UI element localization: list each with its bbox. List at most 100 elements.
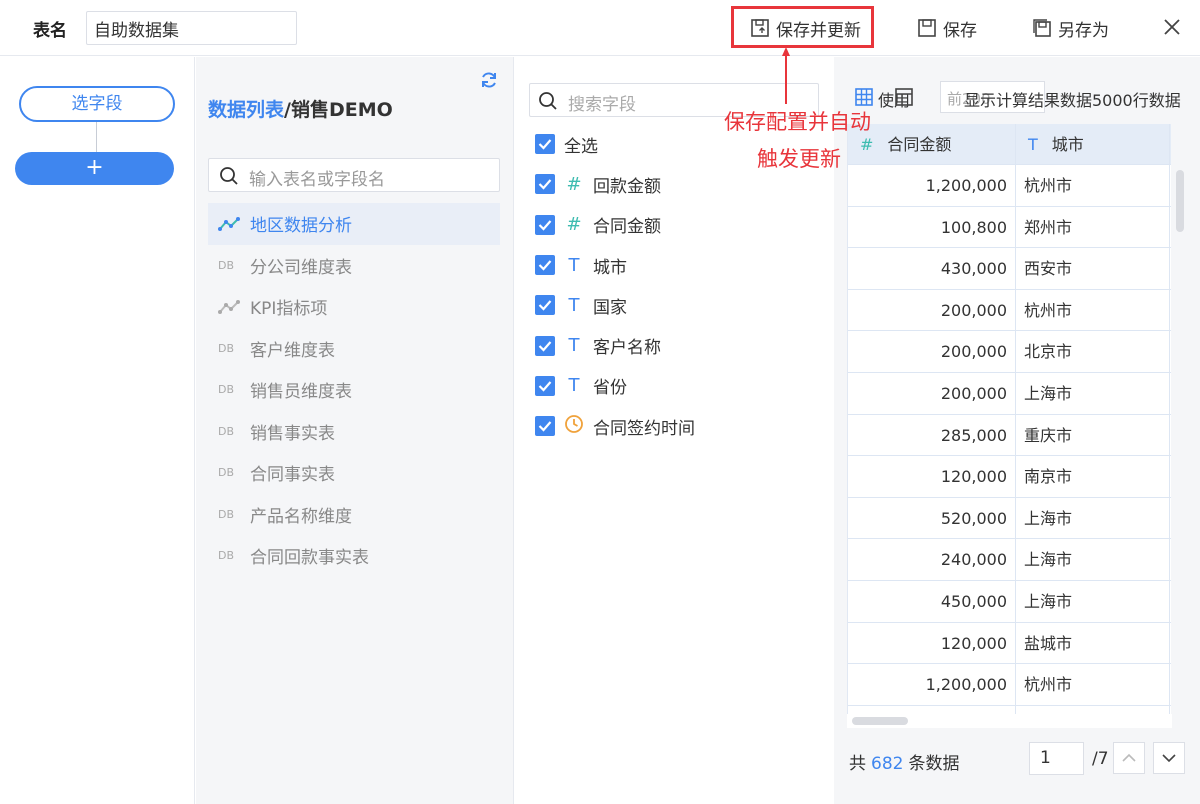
add-step-button[interactable]: + [15, 152, 174, 185]
table-cell: 西安市 [1016, 248, 1170, 289]
table-cell: 上海市 [1016, 497, 1170, 539]
save-as-label: 另存为 [1058, 20, 1109, 41]
db-icon: DB [218, 466, 235, 480]
table-item[interactable]: KPI指标项 [208, 286, 500, 328]
table-cell: 上海市 [1016, 372, 1170, 414]
field-item[interactable]: # 合同金额 [535, 205, 695, 245]
table-item[interactable]: DB 合同回款事实表 [208, 535, 500, 577]
refresh-icon[interactable] [479, 70, 499, 90]
next-page-button[interactable] [1153, 742, 1185, 774]
table-name-input[interactable] [86, 11, 297, 45]
preview-panel: 使用 前200 显示计算结果数据5000行数据 # 合同金额 T 城市 1,200,… [834, 57, 1200, 804]
table-icon[interactable] [894, 87, 914, 107]
table-cell: 盐城市 [1016, 622, 1170, 664]
table-item[interactable]: DB 客户维度表 [208, 328, 500, 370]
text-type-icon: T [568, 254, 580, 276]
table-item-label: 销售员维度表 [250, 382, 352, 403]
total-pages: /7 [1092, 749, 1109, 769]
save-button[interactable]: 保存 [917, 14, 977, 42]
table-search-input[interactable]: 输入表名或字段名 [208, 158, 500, 192]
scrollbar-thumb[interactable] [1176, 170, 1184, 232]
close-icon[interactable] [1162, 17, 1182, 37]
table-row: 1,200,000 杭州市 [848, 165, 1171, 207]
vertical-scrollbar[interactable] [1174, 170, 1184, 710]
scrollbar-thumb[interactable] [852, 717, 908, 725]
save-as-button[interactable]: 另存为 [1032, 14, 1109, 42]
number-type-icon: # [566, 173, 582, 195]
annotation-arrow-icon [782, 47, 790, 104]
checkbox-checked-icon [535, 174, 555, 195]
table-cell: 120,000 [848, 622, 1016, 664]
preview-result-label: 显示计算结果数据5000行数据 [964, 91, 1181, 110]
chevron-up-icon [1122, 753, 1136, 762]
field-search-placeholder: 搜索字段 [568, 95, 636, 115]
column-header[interactable]: # 合同金额 [848, 124, 1016, 164]
column-header-label: 合同金额 [887, 135, 952, 154]
table-item[interactable]: DB 产品名称维度 [208, 494, 500, 536]
annotation-highlight-box [731, 6, 874, 48]
select-all-label: 全选 [564, 136, 598, 157]
table-item[interactable]: DB 分公司维度表 [208, 245, 500, 287]
field-item[interactable]: T 城市 [535, 245, 695, 285]
preview-table: # 合同金额 T 城市 1,200,000 杭州市 100,800 郑州市 430,00… [847, 124, 1171, 714]
total-count: 682 [871, 754, 904, 774]
checkbox-checked-icon [535, 375, 555, 396]
table-cell: 重庆市 [1016, 414, 1170, 456]
save-as-icon [1033, 19, 1051, 37]
total-suffix: 条数据 [908, 754, 960, 774]
checkbox-checked-icon [535, 335, 555, 356]
top-bar: 表名 保存并更新 保存 另存为 [0, 0, 1200, 56]
field-item-label: 国家 [593, 297, 627, 318]
table-cell: 100,800 [848, 206, 1016, 248]
table-row: 1,200,000 杭州市 [848, 664, 1171, 706]
field-item[interactable]: T 国家 [535, 285, 695, 325]
text-type-icon: T [568, 294, 580, 316]
table-item[interactable]: 地区数据分析 [208, 203, 500, 245]
table-cell: 杭州市 [1016, 165, 1170, 206]
table-row: 120,000 盐城市 [848, 622, 1171, 665]
prev-page-button[interactable] [1113, 742, 1145, 774]
table-header-row: # 合同金额 T 城市 [848, 124, 1171, 165]
db-icon: DB [218, 424, 235, 438]
table-list-title-suffix: /销售DEMO [284, 99, 393, 121]
table-row: 100,800 郑州市 [848, 206, 1171, 249]
checkbox-checked-icon [535, 214, 555, 235]
table-cell: 520,000 [848, 497, 1016, 539]
table-cell [1016, 705, 1170, 714]
table-cell: 南京市 [1016, 456, 1170, 497]
text-type-icon: T [1028, 135, 1038, 154]
field-item[interactable]: T 省份 [535, 366, 695, 406]
table-item[interactable]: DB 销售事实表 [208, 411, 500, 453]
table-row [848, 705, 1171, 714]
table-name-label: 表名 [33, 21, 67, 41]
field-item[interactable]: T 客户名称 [535, 325, 695, 365]
table-list-title-prefix[interactable]: 数据列表 [208, 99, 284, 121]
field-item[interactable]: 合同签约时间 [535, 406, 695, 446]
table-cell: 上海市 [1016, 539, 1170, 580]
checkbox-checked-icon [535, 416, 555, 437]
grid-icon[interactable] [854, 87, 874, 107]
field-item-label: 客户名称 [593, 338, 661, 359]
search-icon [539, 92, 557, 110]
table-item-label: 客户维度表 [250, 340, 335, 361]
horizontal-scrollbar[interactable] [847, 714, 1172, 728]
field-item[interactable]: # 回款金额 [535, 164, 695, 204]
table-item[interactable]: DB 销售员维度表 [208, 369, 500, 411]
table-row: 200,000 杭州市 [848, 289, 1171, 332]
preview-toolbar: 使用 前200 显示计算结果数据5000行数据 [854, 81, 1200, 113]
select-all-checkbox[interactable]: 全选 [535, 124, 695, 164]
page-number-input[interactable]: 1 [1029, 742, 1084, 775]
table-cell: 郑州市 [1016, 206, 1170, 248]
table-cell [848, 705, 1016, 714]
column-header[interactable]: T 城市 [1016, 124, 1170, 164]
pick-field-step[interactable]: 选字段 [19, 86, 175, 122]
table-row: 520,000 上海市 [848, 497, 1171, 540]
table-row: 285,000 重庆市 [848, 414, 1171, 457]
checkbox-checked-icon [535, 295, 555, 316]
table-item[interactable]: DB 合同事实表 [208, 452, 500, 494]
number-type-icon: # [860, 135, 874, 154]
chart-line-icon [218, 299, 240, 314]
table-cell: 杭州市 [1016, 289, 1170, 331]
table-row: 200,000 上海市 [848, 372, 1171, 415]
db-icon: DB [218, 383, 235, 397]
